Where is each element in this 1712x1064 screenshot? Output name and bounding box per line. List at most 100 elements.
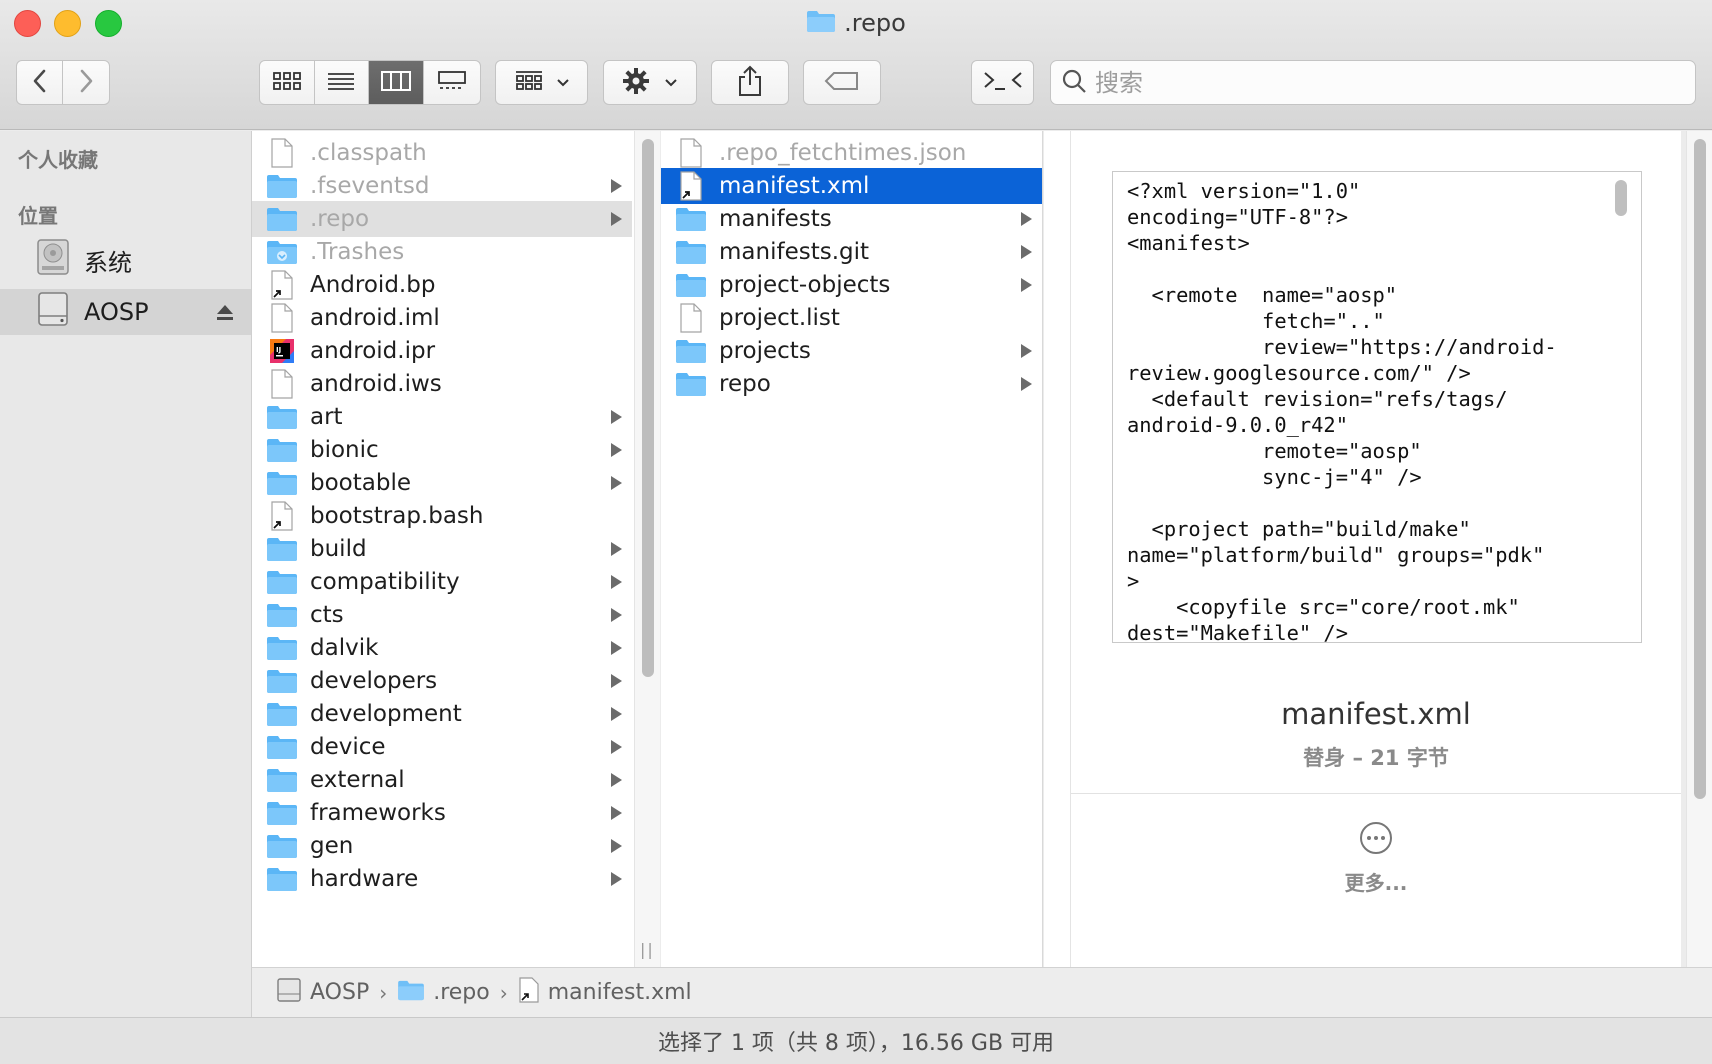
file-item[interactable]: .repo_fetchtimes.json	[661, 135, 1042, 171]
gallery-view-button[interactable]	[424, 61, 480, 104]
folder-item[interactable]: external	[252, 762, 632, 798]
folder-item[interactable]: dalvik	[252, 630, 632, 666]
edit-tags-button[interactable]	[803, 60, 881, 105]
folder-item[interactable]: repo	[661, 366, 1042, 402]
sidebar-header-locations: 位置	[18, 204, 58, 228]
folder-item[interactable]: compatibility	[252, 564, 632, 600]
item-name: cts	[310, 602, 344, 628]
item-name: android.ipr	[310, 338, 436, 364]
sidebar-item-label: 系统	[84, 248, 132, 277]
folder-item[interactable]: developers	[252, 663, 632, 699]
disclosure-arrow-icon	[611, 476, 622, 490]
browser-column-repo[interactable]: .repo_fetchtimes.json manifest.xml manifes…	[661, 131, 1043, 967]
column-1-scroll-thumb[interactable]	[642, 139, 654, 677]
view-mode-control	[259, 60, 481, 105]
file-item[interactable]: android.iml	[252, 300, 632, 336]
gallery-icon	[437, 70, 467, 96]
disclosure-arrow-icon	[611, 707, 622, 721]
item-name: project.list	[719, 305, 840, 331]
columns-icon	[380, 70, 412, 96]
folder-item[interactable]: cts	[252, 597, 632, 633]
folder-icon	[266, 635, 298, 661]
column-view-button[interactable]	[369, 61, 424, 104]
path-crumb-label: AOSP	[310, 980, 370, 1005]
sidebar-item-label: AOSP	[84, 298, 149, 326]
folder-item[interactable]: frameworks	[252, 795, 632, 831]
item-name: manifests.git	[719, 239, 870, 265]
file-item[interactable]: .classpath	[252, 135, 632, 171]
item-name: bionic	[310, 437, 379, 463]
browser-column-root[interactable]: .classpath .fseventsd .repo .Trashes Android…	[252, 131, 660, 967]
file-item[interactable]: IJ android.ipr	[252, 333, 632, 369]
path-crumb-manifest[interactable]: manifest.xml	[518, 976, 692, 1010]
column-gutter	[1044, 131, 1071, 967]
more-button[interactable]: 更多...	[1316, 821, 1436, 901]
back-button[interactable]	[17, 61, 64, 104]
folder-item[interactable]: .Trashes	[252, 234, 632, 270]
file-item[interactable]: Android.bp	[252, 267, 632, 303]
item-name: bootable	[310, 470, 411, 496]
open-terminal-button[interactable]	[971, 60, 1034, 105]
file-preview-thumbnail[interactable]: <?xml version="1.0" encoding="UTF-8"?> <…	[1112, 171, 1642, 643]
chevron-down-icon	[664, 73, 678, 92]
folder-item[interactable]: build	[252, 531, 632, 567]
item-name: manifests	[719, 206, 832, 232]
folder-item[interactable]: bootable	[252, 465, 632, 501]
item-name: frameworks	[310, 800, 446, 826]
external-drive-icon	[36, 291, 70, 333]
file-item[interactable]: android.iws	[252, 366, 632, 402]
folder-item[interactable]: .repo	[252, 201, 632, 237]
path-crumb-aosp[interactable]: AOSP	[276, 977, 369, 1009]
navigation-buttons	[16, 60, 110, 105]
folder-item[interactable]: manifests	[661, 201, 1042, 237]
folder-item[interactable]: projects	[661, 333, 1042, 369]
preview-scroll-thumb[interactable]	[1694, 139, 1706, 799]
folder-icon	[266, 206, 298, 232]
folder-icon	[266, 734, 298, 760]
disclosure-arrow-icon	[611, 575, 622, 589]
alias-file-icon	[675, 170, 707, 202]
path-crumb-repo[interactable]: .repo	[397, 979, 490, 1007]
preview-scrollbar[interactable]	[1686, 131, 1712, 967]
list-view-button[interactable]	[315, 61, 369, 104]
group-by-button[interactable]	[495, 60, 588, 105]
sidebar-item-aosp[interactable]: AOSP	[0, 289, 251, 335]
folder-item[interactable]: manifests.git	[661, 234, 1042, 270]
disclosure-arrow-icon	[1021, 278, 1032, 292]
folder-item[interactable]: hardware	[252, 861, 632, 897]
search-input[interactable]	[1095, 68, 1655, 97]
item-name: art	[310, 404, 343, 430]
item-name: hardware	[310, 866, 419, 892]
action-menu-button[interactable]	[603, 60, 697, 105]
folder-item[interactable]: device	[252, 729, 632, 765]
eject-icon[interactable]	[215, 301, 235, 329]
file-item[interactable]: project.list	[661, 300, 1042, 336]
preview-scroll-thumb[interactable]	[1615, 180, 1627, 216]
folder-item[interactable]: project-objects	[661, 267, 1042, 303]
folder-icon	[266, 767, 298, 793]
column-1-scrollbar[interactable]	[634, 131, 660, 967]
folder-item[interactable]: .fseventsd	[252, 168, 632, 204]
disclosure-arrow-icon	[611, 839, 622, 853]
folder-item[interactable]: bionic	[252, 432, 632, 468]
folder-item[interactable]: art	[252, 399, 632, 435]
file-item[interactable]: bootstrap.bash	[252, 498, 632, 534]
folder-item[interactable]: development	[252, 696, 632, 732]
file-item[interactable]: manifest.xml	[661, 168, 1042, 204]
item-name: manifest.xml	[719, 173, 870, 199]
folder-icon	[266, 800, 298, 826]
icon-view-button[interactable]	[260, 61, 315, 104]
status-text: 选择了 1 项（共 8 项），16.56 GB 可用	[657, 1031, 1055, 1056]
tag-icon	[824, 71, 860, 95]
share-button[interactable]	[711, 60, 789, 105]
folder-item[interactable]: gen	[252, 828, 632, 864]
search-field[interactable]	[1050, 60, 1696, 105]
trash-folder-icon	[266, 239, 298, 265]
document-icon	[266, 137, 298, 169]
share-icon	[737, 65, 763, 101]
divider	[1071, 793, 1681, 794]
item-name: Android.bp	[310, 272, 436, 298]
folder-icon	[266, 569, 298, 595]
sidebar-item-system[interactable]: 系统	[0, 237, 251, 283]
forward-button[interactable]	[63, 61, 109, 104]
